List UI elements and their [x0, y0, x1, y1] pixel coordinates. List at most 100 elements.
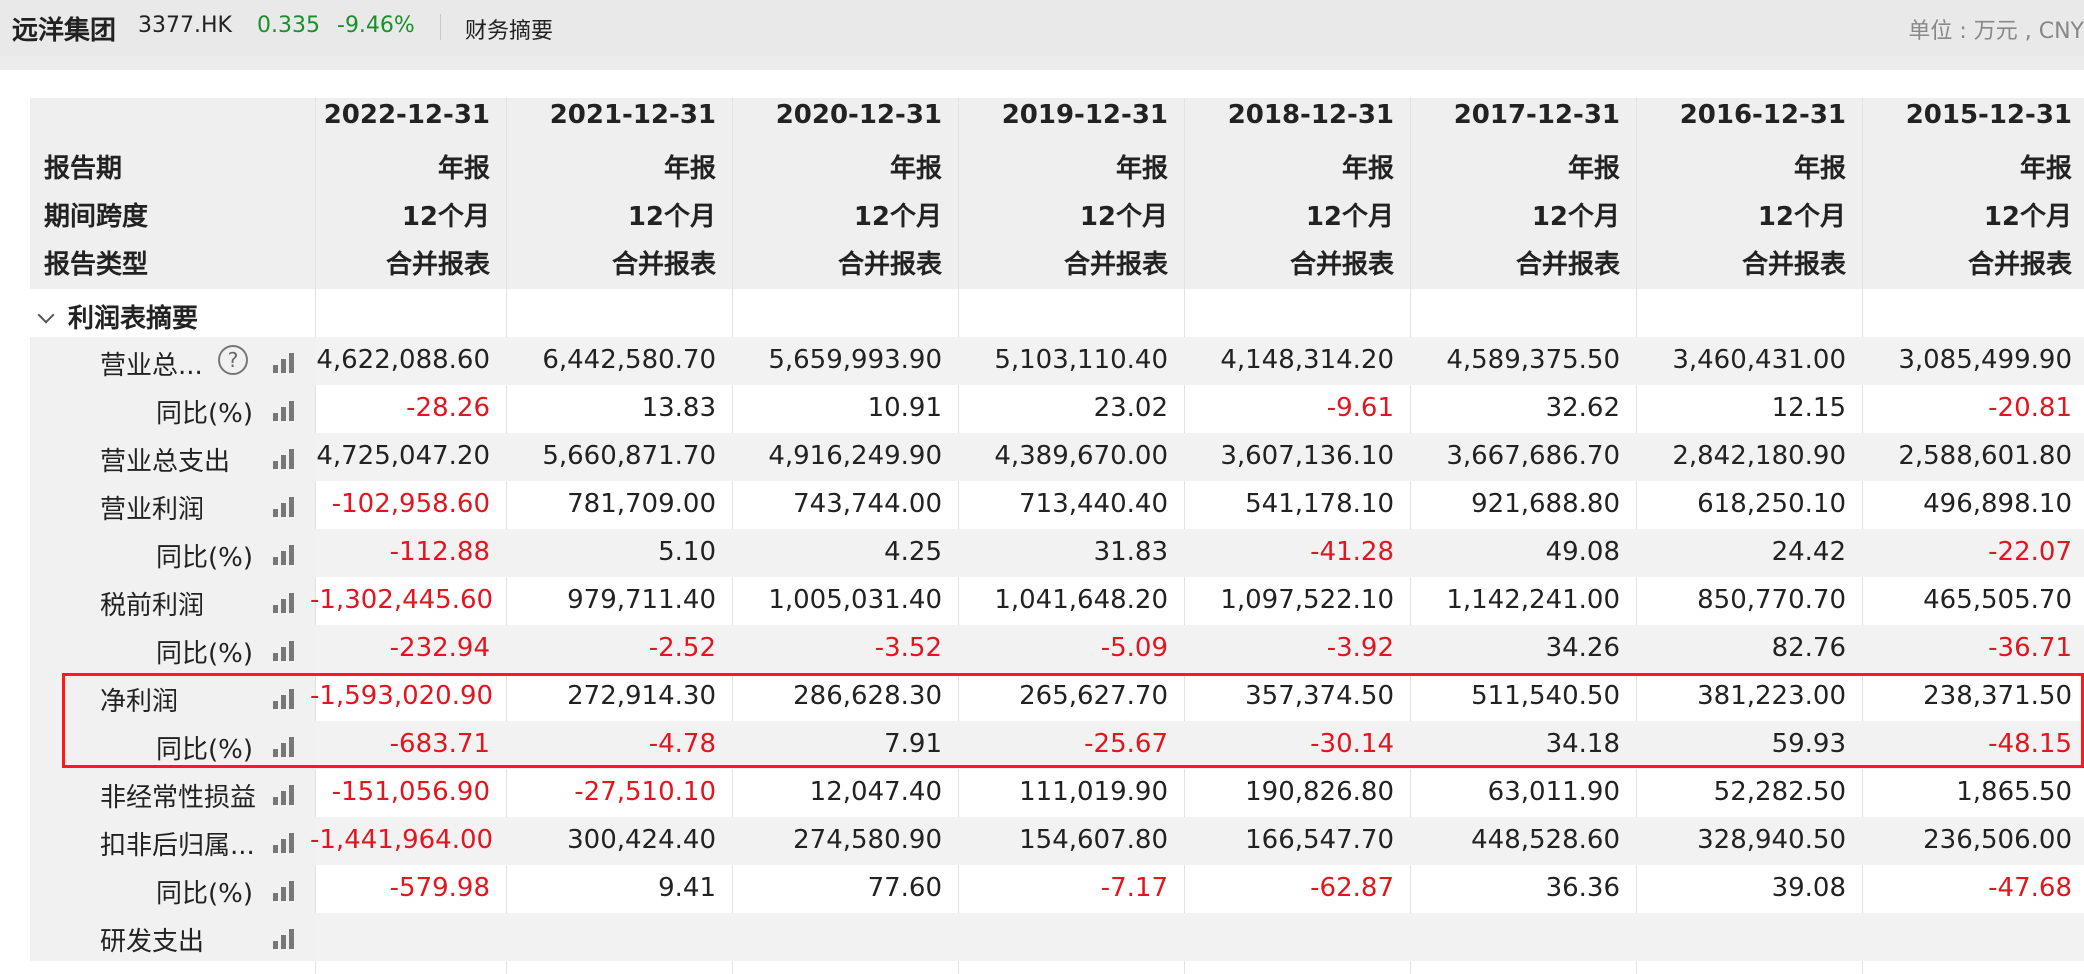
table-cell: -36.71	[1988, 633, 2072, 663]
header-period-cell: 年报	[663, 154, 716, 184]
table-cell: 850,770.70	[1697, 585, 1846, 615]
table-cell: 9.41	[658, 873, 716, 903]
header-dates-cell: 2016-12-31	[1679, 100, 1846, 130]
bar-chart-icon-bar	[281, 503, 286, 517]
header-label: 报告期	[44, 154, 123, 184]
bar-chart-icon-bar	[273, 653, 278, 661]
bar-chart-icon[interactable]	[273, 543, 297, 565]
table-cell: -579.98	[389, 873, 490, 903]
table-cell: 111,019.90	[1019, 777, 1168, 807]
bar-chart-icon[interactable]	[273, 927, 297, 949]
table-cell: -22.07	[1988, 537, 2072, 567]
row-label: 同比(%)	[156, 879, 253, 909]
bar-chart-icon[interactable]	[273, 447, 297, 469]
header-dates-cell: 2015-12-31	[1905, 100, 2072, 130]
stock-price: 0.335	[257, 13, 320, 38]
bar-chart-icon[interactable]	[273, 831, 297, 853]
header-period-cell: 年报	[1341, 154, 1394, 184]
bar-chart-icon-bar	[289, 785, 294, 805]
section-title: 利润表摘要	[68, 304, 199, 334]
row-label: 同比(%)	[156, 543, 253, 573]
table-cell: 39.08	[1771, 873, 1846, 903]
table-cell: 49.08	[1545, 537, 1620, 567]
bar-chart-icon[interactable]	[273, 879, 297, 901]
row-shade	[315, 913, 2084, 961]
stock-code: 3377.HK	[138, 13, 232, 38]
table-cell: 541,178.10	[1245, 489, 1394, 519]
table-cell: -7.17	[1100, 873, 1168, 903]
row-label: 税前利润	[100, 591, 205, 621]
table-cell: 36.36	[1545, 873, 1620, 903]
table-cell: 32.62	[1545, 393, 1620, 423]
table-cell: 13.83	[641, 393, 716, 423]
bar-chart-icon-bar	[289, 545, 294, 565]
header-period-cell: 年报	[2019, 154, 2072, 184]
bar-chart-icon-bar	[289, 833, 294, 853]
table-cell: -28.26	[406, 393, 490, 423]
table-cell: -102,958.60	[331, 489, 490, 519]
bar-chart-icon[interactable]	[273, 591, 297, 613]
chevron-down-icon[interactable]	[37, 306, 55, 324]
table-cell: -151,056.90	[331, 777, 490, 807]
table-cell: 4,148,314.20	[1220, 345, 1394, 375]
table-cell: 4.25	[884, 537, 942, 567]
table-cell: -112.88	[389, 537, 490, 567]
bar-chart-icon-bar	[289, 449, 294, 469]
bar-chart-icon[interactable]	[273, 495, 297, 517]
header-dates-cell: 2021-12-31	[549, 100, 716, 130]
help-icon[interactable]: ?	[218, 345, 248, 375]
bar-chart-icon-bar	[289, 881, 294, 901]
table-cell: 5.10	[658, 537, 716, 567]
table-cell: 618,250.10	[1697, 489, 1846, 519]
row-label: 非经常性损益	[100, 783, 257, 813]
row-label: 同比(%)	[156, 399, 253, 429]
table-cell: -3.92	[1326, 633, 1394, 663]
bar-chart-icon-bar	[281, 935, 286, 949]
table-cell: 24.42	[1771, 537, 1846, 567]
table-cell: 3,460,431.00	[1672, 345, 1846, 375]
table-cell: 1,005,031.40	[768, 585, 942, 615]
section-income-statement[interactable]: 利润表摘要	[37, 298, 199, 335]
table-cell: 82.76	[1771, 633, 1846, 663]
tab-financial-summary[interactable]: 财务摘要	[465, 13, 553, 45]
header-dates-cell: 2017-12-31	[1453, 100, 1620, 130]
table-cell: -1,302,445.60	[310, 585, 494, 615]
bar-chart-icon-bar	[289, 353, 294, 373]
header-type-cell: 合并报表	[611, 250, 716, 280]
price-change: -9.46%	[337, 13, 415, 38]
table-cell: 713,440.40	[1019, 489, 1168, 519]
bar-chart-icon-bar	[289, 929, 294, 949]
table-cell: 31.83	[1093, 537, 1168, 567]
row-label: 同比(%)	[156, 639, 253, 669]
table-cell: 10.91	[867, 393, 942, 423]
table-cell: 274,580.90	[793, 825, 942, 855]
table-cell: -20.81	[1988, 393, 2072, 423]
top-bar: 远洋集团 3377.HK 0.335 -9.46% 财务摘要 单位 : 万元 ,…	[0, 0, 2084, 56]
row-label: 营业总...	[100, 351, 203, 381]
header-period-cell: 年报	[437, 154, 490, 184]
bar-chart-icon-bar	[273, 893, 278, 901]
header-type-cell: 合并报表	[1289, 250, 1394, 280]
row-label: 营业总支出	[100, 447, 231, 477]
bar-chart-icon[interactable]	[273, 639, 297, 661]
table-cell: 328,940.50	[1697, 825, 1846, 855]
header-dates-cell: 2022-12-31	[323, 100, 490, 130]
header-span-cell: 12个月	[853, 202, 942, 232]
bar-chart-icon[interactable]	[273, 399, 297, 421]
header-period-cell: 年报	[1793, 154, 1846, 184]
bar-chart-icon-bar	[281, 839, 286, 853]
header-span-cell: 12个月	[1983, 202, 2072, 232]
bar-chart-icon[interactable]	[273, 783, 297, 805]
table-cell: 1,097,522.10	[1220, 585, 1394, 615]
table-cell: 300,424.40	[567, 825, 716, 855]
table-cell: 781,709.00	[567, 489, 716, 519]
table-cell: 5,660,871.70	[542, 441, 716, 471]
header-label: 报告类型	[44, 250, 149, 280]
table-cell: 448,528.60	[1471, 825, 1620, 855]
table-cell: -9.61	[1326, 393, 1394, 423]
bar-chart-icon-bar	[273, 365, 278, 373]
table-cell: 4,622,088.60	[316, 345, 490, 375]
table-cell: 979,711.40	[567, 585, 716, 615]
table-cell: -41.28	[1310, 537, 1394, 567]
bar-chart-icon[interactable]	[273, 351, 297, 373]
